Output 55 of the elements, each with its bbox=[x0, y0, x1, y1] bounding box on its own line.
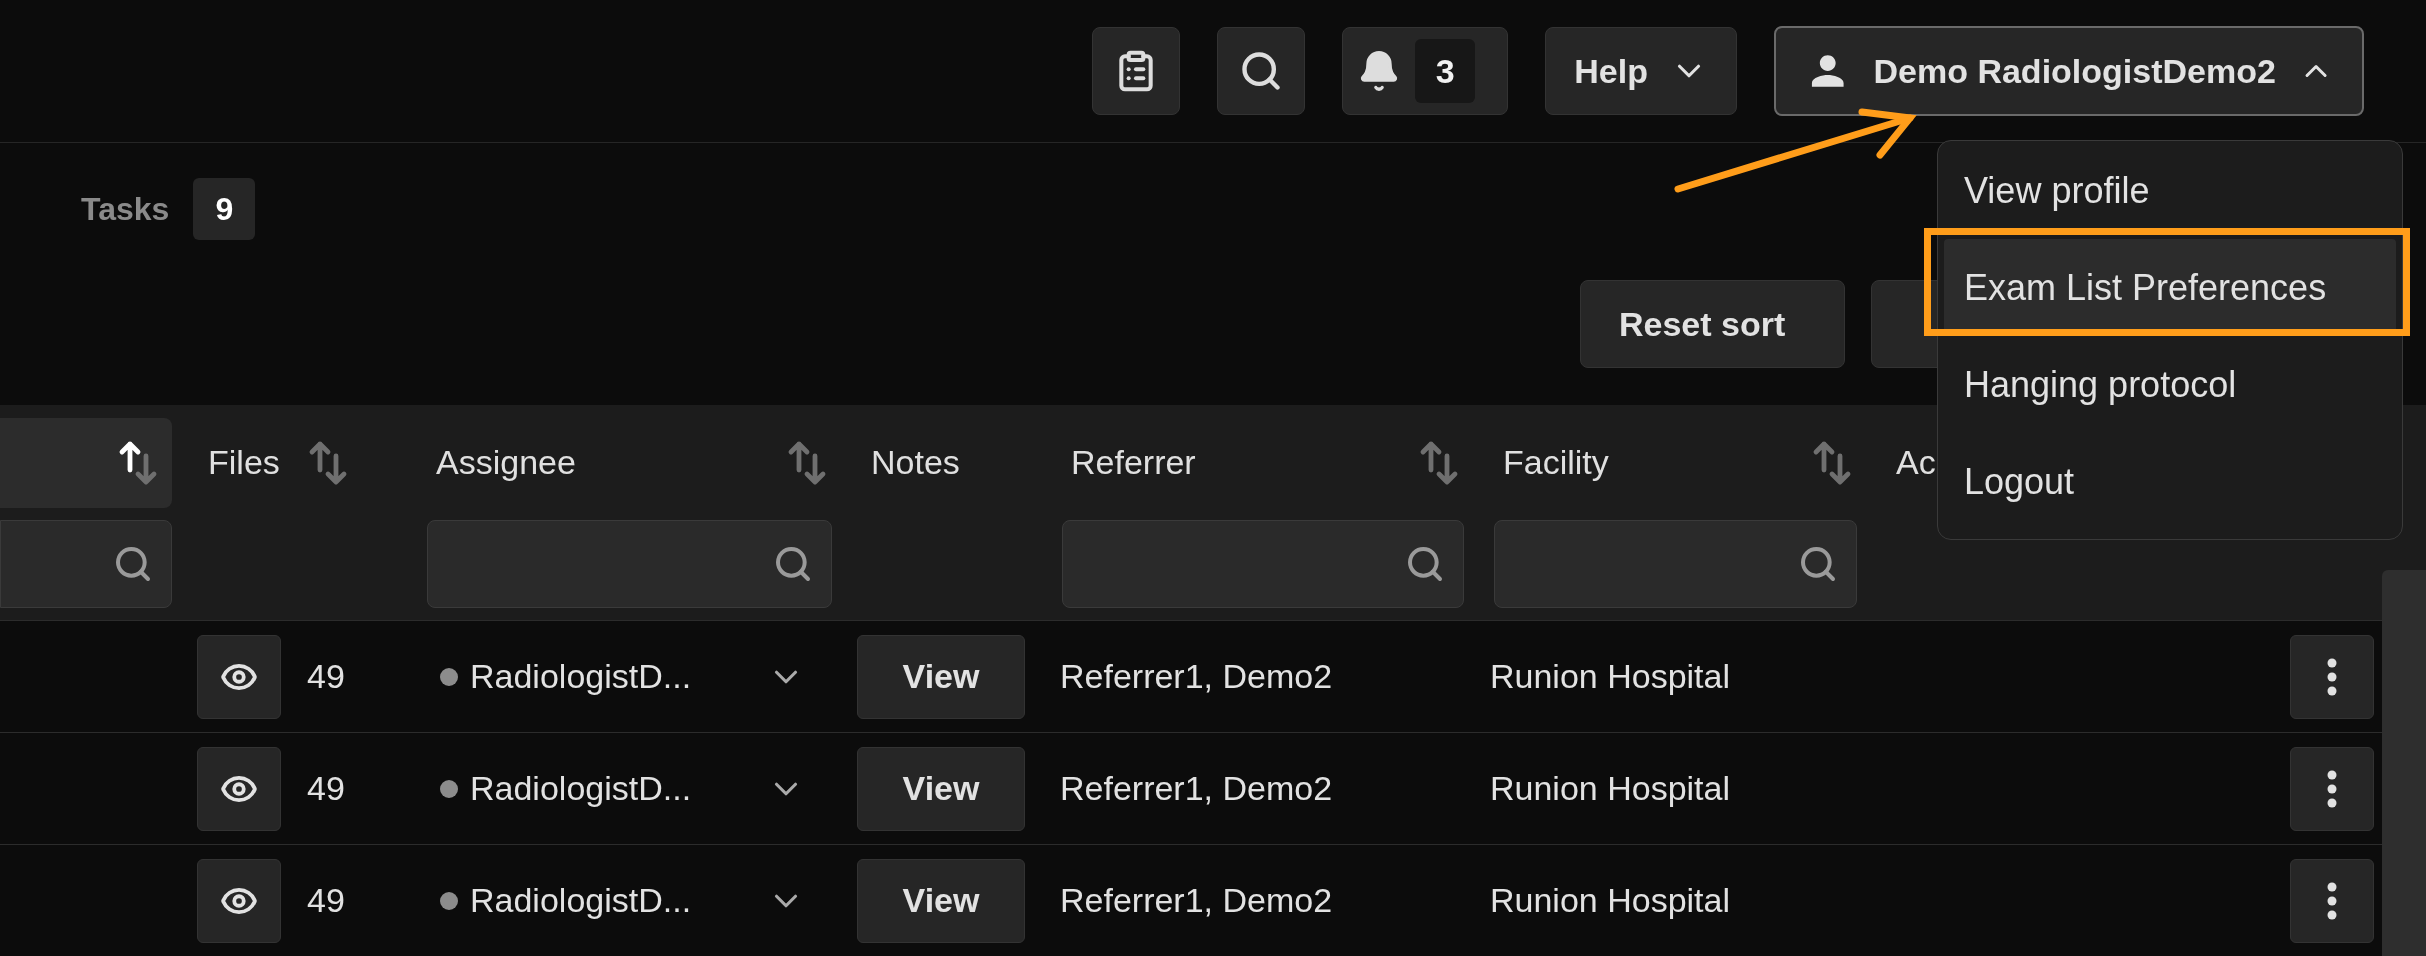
assignee-name: RadiologistD... bbox=[470, 769, 692, 808]
status-dot bbox=[440, 667, 458, 686]
tasks-label: Tasks bbox=[81, 190, 170, 228]
worklist-button[interactable] bbox=[1092, 27, 1181, 115]
files-count: 49 bbox=[307, 769, 345, 808]
more-options-button[interactable] bbox=[2290, 746, 2374, 831]
facility-cell: Runion Hospital bbox=[1490, 881, 1731, 920]
more-icon bbox=[2327, 881, 2337, 920]
user-menu-button[interactable]: Demo RadiologistDemo2 bbox=[1774, 26, 2364, 116]
column-filter-field[interactable] bbox=[427, 520, 832, 608]
search-icon bbox=[113, 544, 153, 584]
column-header: Ac bbox=[1896, 443, 1936, 482]
toolbar-button[interactable]: Reset sort bbox=[1580, 280, 1845, 368]
column-header: Files bbox=[208, 443, 280, 482]
preview-button[interactable] bbox=[197, 634, 281, 719]
column-header: Facility bbox=[1503, 443, 1609, 482]
column-filter-field[interactable] bbox=[1494, 520, 1857, 608]
help-button[interactable]: Help bbox=[1545, 27, 1737, 115]
more-icon bbox=[2327, 769, 2337, 808]
column-filter-field[interactable] bbox=[1062, 520, 1464, 608]
referrer-cell: Referrer1, Demo2 bbox=[1060, 769, 1333, 808]
status-dot bbox=[440, 779, 458, 798]
sort-icon[interactable] bbox=[118, 439, 158, 486]
notification-count: 3 bbox=[1415, 39, 1476, 103]
more-options-button[interactable] bbox=[2290, 858, 2374, 943]
search-icon bbox=[1798, 544, 1838, 584]
status-dot bbox=[440, 891, 458, 910]
more-options-button[interactable] bbox=[2290, 634, 2374, 719]
facility-cell: Runion Hospital bbox=[1490, 769, 1731, 808]
preview-button[interactable] bbox=[197, 746, 281, 831]
preview-button[interactable] bbox=[197, 858, 281, 943]
column-header: Notes bbox=[871, 443, 960, 482]
more-icon bbox=[2327, 657, 2337, 696]
column-filter-field[interactable] bbox=[0, 520, 172, 608]
files-count: 49 bbox=[307, 657, 345, 696]
notifications-button[interactable]: 3 bbox=[1342, 27, 1509, 115]
facility-cell: Runion Hospital bbox=[1490, 657, 1731, 696]
search-icon bbox=[1405, 544, 1445, 584]
menu-item[interactable]: View profile bbox=[1944, 142, 2396, 239]
tasks-count: 9 bbox=[193, 178, 256, 240]
files-count: 49 bbox=[307, 881, 345, 920]
menu-item[interactable]: Hanging protocol bbox=[1944, 336, 2396, 433]
menu-item[interactable]: Logout bbox=[1944, 433, 2396, 530]
referrer-cell: Referrer1, Demo2 bbox=[1060, 881, 1333, 920]
scrollbar[interactable] bbox=[2382, 570, 2426, 956]
referrer-cell: Referrer1, Demo2 bbox=[1060, 657, 1333, 696]
assignee-name: RadiologistD... bbox=[470, 657, 692, 696]
search-button[interactable] bbox=[1217, 27, 1306, 115]
view-notes-button[interactable]: View bbox=[857, 858, 1025, 943]
column-header: Assignee bbox=[436, 443, 576, 482]
view-notes-button[interactable]: View bbox=[857, 746, 1025, 831]
assignee-name: RadiologistD... bbox=[470, 881, 692, 920]
search-icon bbox=[773, 544, 813, 584]
column-header: Referrer bbox=[1071, 443, 1196, 482]
view-notes-button[interactable]: View bbox=[857, 634, 1025, 719]
